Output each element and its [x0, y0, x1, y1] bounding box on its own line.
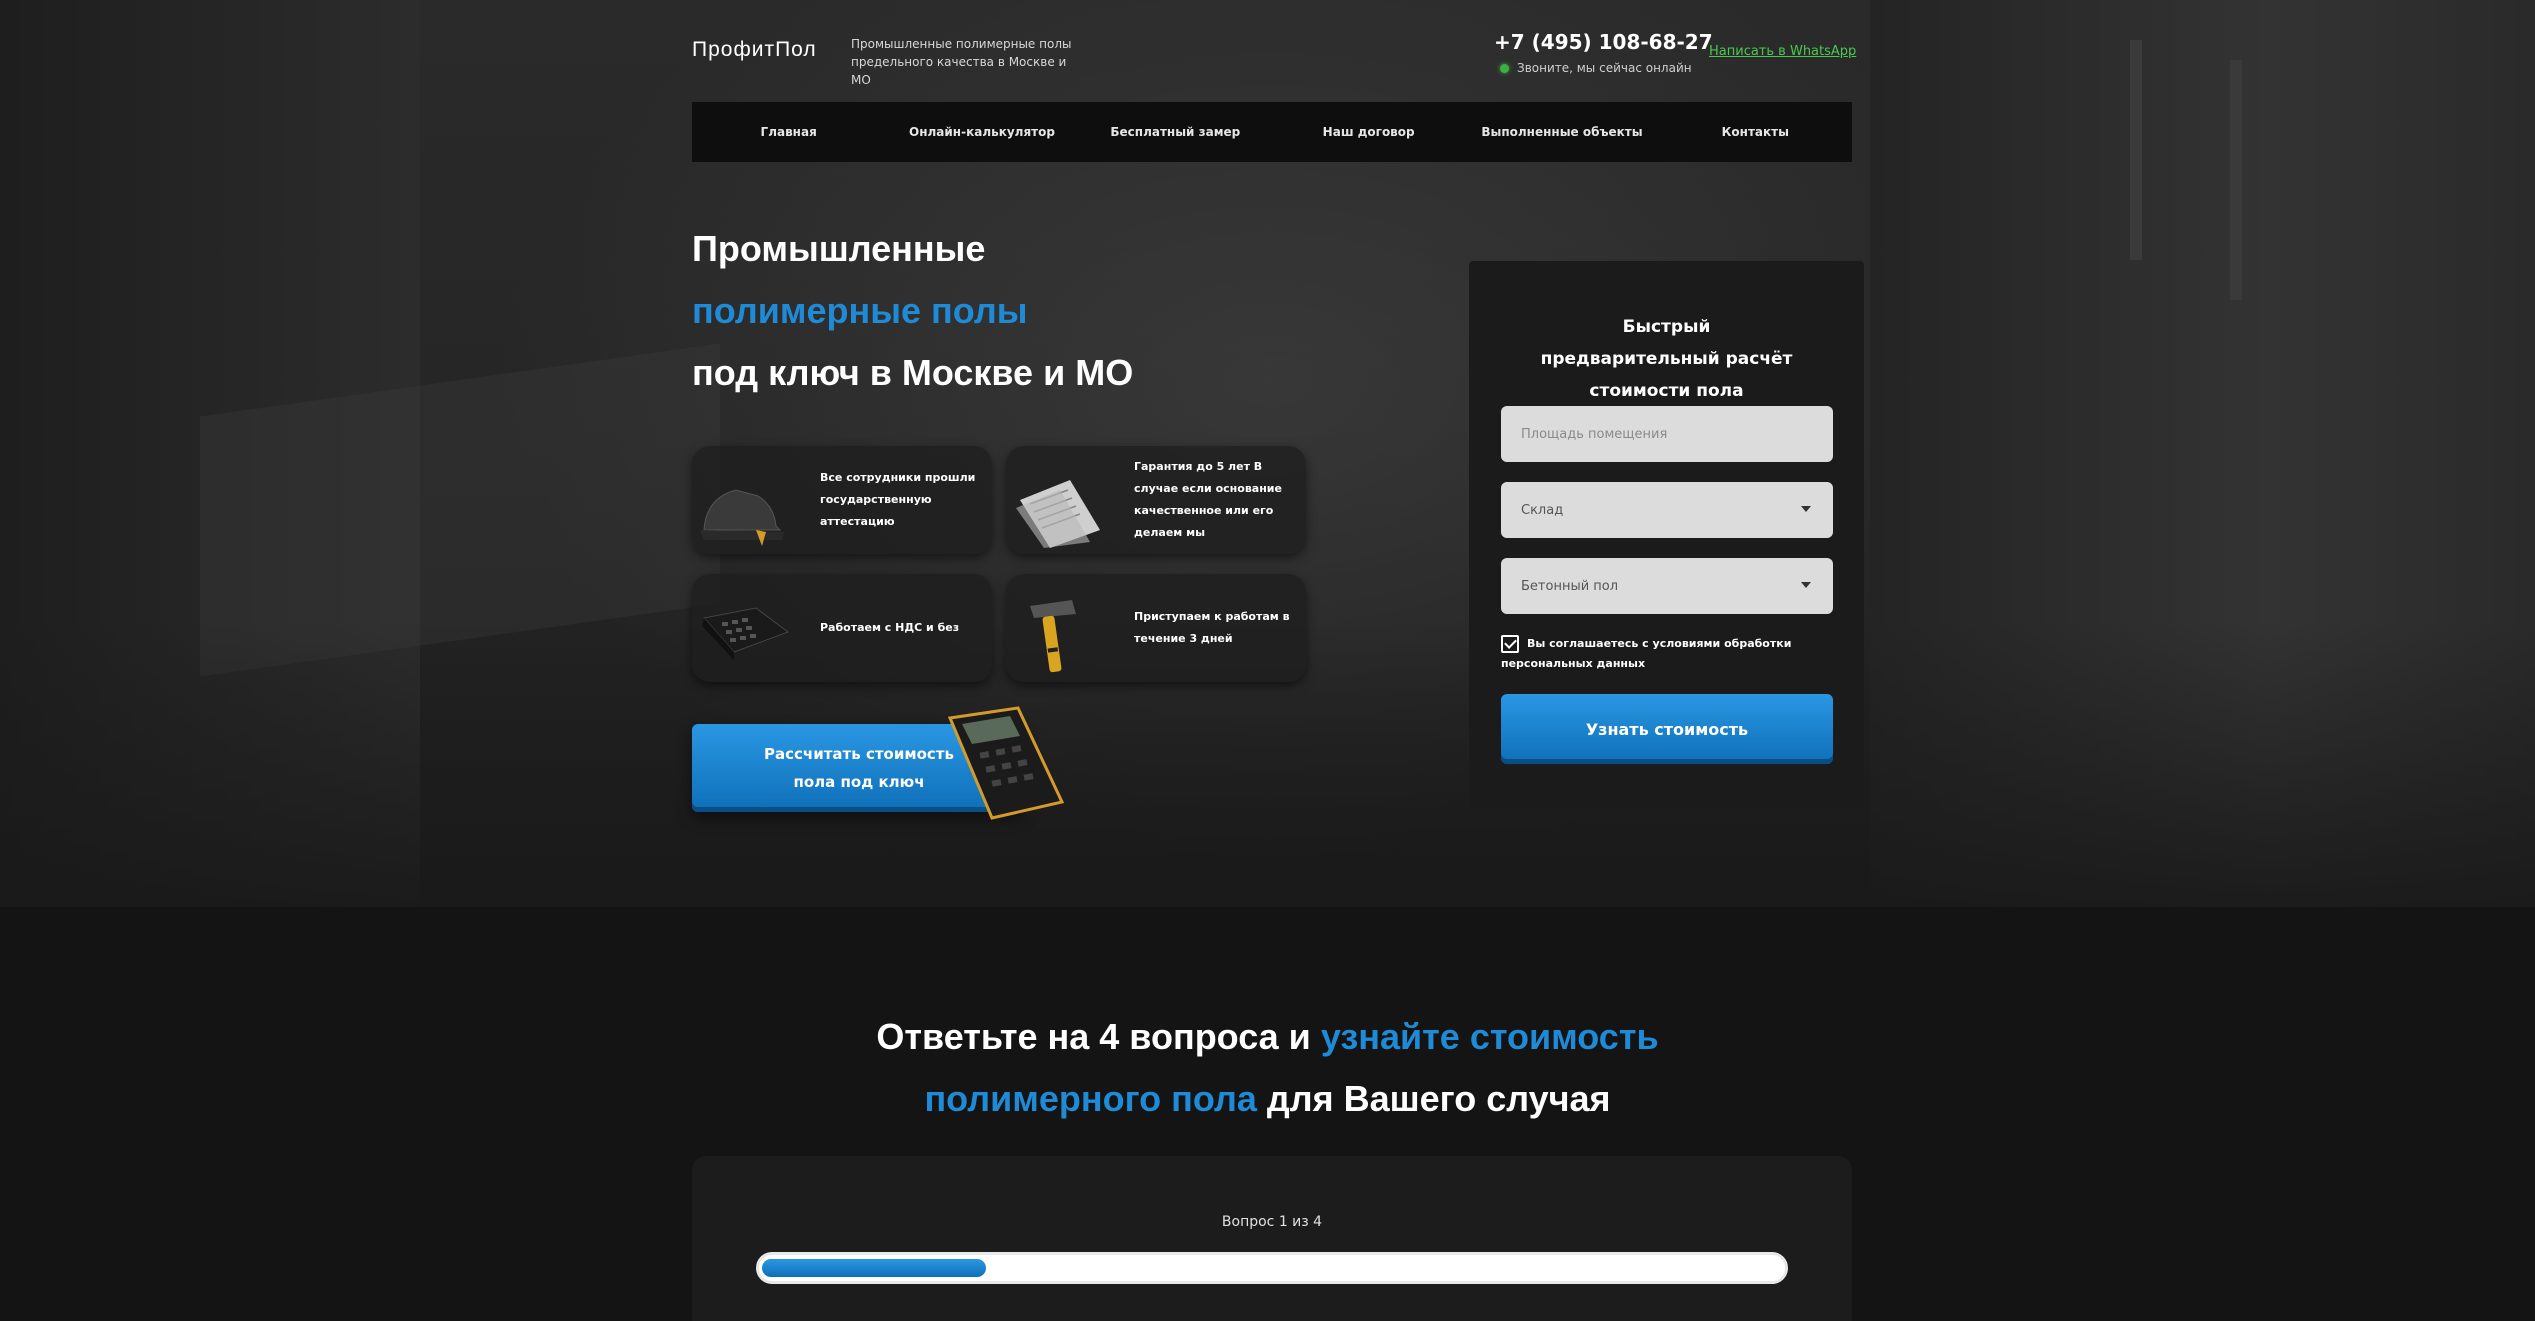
phone-number[interactable]: +7 (495) 108-68-27	[1494, 30, 1713, 54]
calculator-icon	[947, 706, 1065, 820]
hero-title-line2: полимерные полы	[692, 290, 1028, 331]
hardhat-icon	[700, 489, 784, 546]
site-tagline: Промышленные полимерные полы предельного…	[851, 37, 1072, 87]
nav-item-calculator[interactable]: Онлайн-калькулятор	[885, 125, 1078, 139]
feature-card: Все сотрудники прошли государственную ат…	[692, 446, 992, 554]
quiz-progress-fill	[762, 1259, 987, 1277]
consent-row: Вы соглашаетесь с условиями обработки пе…	[1501, 634, 1841, 674]
nav-item-contract[interactable]: Наш договор	[1272, 125, 1465, 139]
quiz-progress-bar	[756, 1252, 1788, 1284]
form-title-text: Быстрый предварительный расчёт стоимости…	[1540, 317, 1793, 401]
nav-item-projects[interactable]: Выполненные объекты	[1465, 125, 1658, 139]
background-handle	[2230, 60, 2242, 300]
quiz-title-part4: для Вашего случая	[1256, 1078, 1611, 1119]
main-nav: Главная Онлайн-калькулятор Бесплатный за…	[692, 102, 1852, 162]
form-title: Быстрый предварительный расчёт стоимости…	[1469, 311, 1864, 407]
quiz-card: Вопрос 1 из 4	[692, 1156, 1852, 1321]
hero-title-line3: под ключ в Москве и МО	[692, 352, 1134, 393]
get-price-button[interactable]: Узнать стоимость	[1501, 694, 1833, 764]
feature-card: Гарантия до 5 лет В случае если основани…	[1006, 446, 1306, 554]
calculator-icon	[702, 607, 790, 660]
chevron-down-icon	[1801, 582, 1811, 588]
consent-checkbox[interactable]	[1501, 635, 1519, 653]
quiz-title-part3: полимерного пола	[924, 1078, 1257, 1119]
hero-title: Промышленные полимерные полы под ключ в …	[692, 218, 1133, 404]
quick-estimate-form: Быстрый предварительный расчёт стоимости…	[1469, 261, 1864, 808]
base-type-select[interactable]: Бетонный пол	[1501, 558, 1833, 614]
background-handle	[2130, 40, 2142, 260]
quiz-step-counter: Вопрос 1 из 4	[1221, 1214, 1323, 1230]
feature-text: Все сотрудники прошли государственную ат…	[820, 471, 976, 528]
object-type-select[interactable]: Склад	[1501, 482, 1833, 538]
object-type-value: Склад	[1521, 502, 1564, 518]
site-logo[interactable]: ПрофитПол	[692, 38, 817, 62]
online-status: Звоните, мы сейчас онлайн	[1500, 61, 1692, 75]
area-input[interactable]: Площадь помещения	[1501, 406, 1833, 462]
base-type-value: Бетонный пол	[1521, 578, 1619, 594]
quiz-title-part2: узнайте стоимость	[1320, 1016, 1659, 1057]
online-status-text: Звоните, мы сейчас онлайн	[1517, 61, 1692, 75]
feature-text: Работаем с НДС и без	[820, 621, 960, 634]
nav-item-measure[interactable]: Бесплатный замер	[1079, 125, 1272, 139]
hero-title-line1: Промышленные	[692, 228, 986, 269]
online-dot-icon	[1500, 63, 1509, 73]
feature-card: Приступаем к работам в течение 3 дней	[1006, 574, 1306, 682]
calculate-price-label: Рассчитать стоимость пола под ключ	[764, 745, 954, 791]
chevron-down-icon	[1801, 506, 1811, 512]
nav-item-home[interactable]: Главная	[692, 125, 885, 139]
hammer-icon	[1030, 600, 1076, 673]
consent-text: Вы соглашаетесь с условиями обработки пе…	[1501, 637, 1792, 670]
feature-text: Гарантия до 5 лет В случае если основани…	[1134, 460, 1282, 539]
quiz-title-part1: Ответьте на 4 вопроса и	[876, 1016, 1321, 1057]
nav-item-contacts[interactable]: Контакты	[1659, 125, 1852, 139]
feature-text: Приступаем к работам в течение 3 дней	[1134, 610, 1290, 645]
whatsapp-link[interactable]: Написать в WhatsApp	[1709, 44, 1856, 59]
quiz-title: Ответьте на 4 вопроса и узнайте стоимост…	[0, 1006, 2535, 1130]
feature-card: Работаем с НДС и без	[692, 574, 992, 682]
document-icon	[1016, 480, 1100, 548]
